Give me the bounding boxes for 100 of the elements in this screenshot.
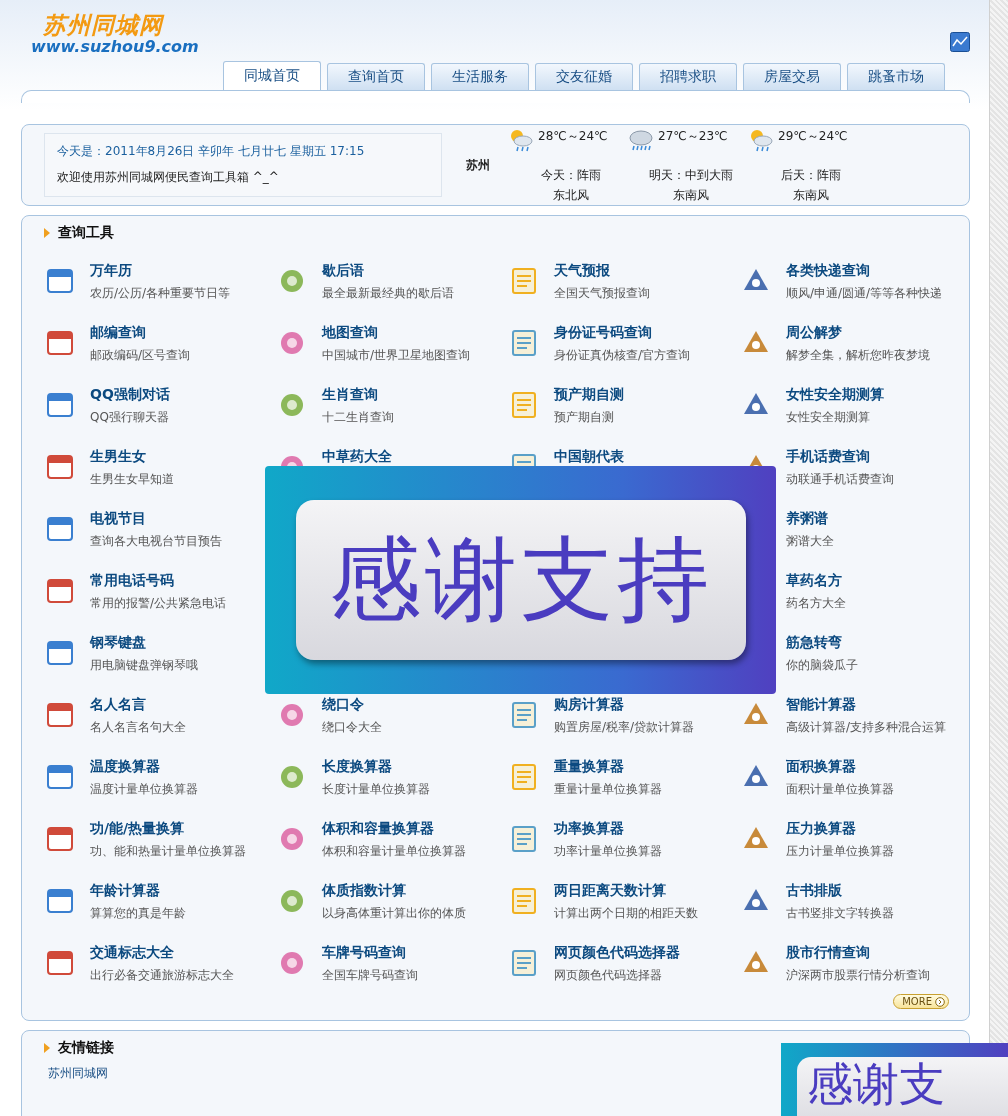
- tool-link[interactable]: 生肖查询: [322, 386, 394, 404]
- tool-description: 农历/公历/各种重要节日等: [90, 285, 231, 302]
- tool-link[interactable]: 温度换算器: [90, 758, 198, 776]
- banner-text: 感谢支持: [328, 534, 713, 626]
- tool-description: 以身高体重计算出你的体质: [322, 905, 466, 922]
- tool-description: 女性安全期测算: [786, 409, 871, 426]
- friend-link[interactable]: 苏州同城网: [48, 1065, 108, 1082]
- site-url[interactable]: www.suzhou9.com: [31, 38, 199, 56]
- forecast-text: 明天：中到大雨: [648, 166, 734, 184]
- wind-text: 东北风: [552, 186, 590, 204]
- tool-link[interactable]: 购房计算器: [554, 696, 695, 714]
- tool-link[interactable]: 面积换算器: [786, 758, 894, 776]
- tool-description: QQ强行聊天器: [90, 409, 170, 426]
- tool-link[interactable]: 网页颜色代码选择器: [554, 944, 680, 962]
- tool-description: 用电脑键盘弹钢琴哦: [90, 657, 198, 674]
- tool-link[interactable]: 周公解梦: [786, 324, 930, 342]
- tool-link[interactable]: 钢琴键盘: [90, 634, 198, 652]
- tool-link[interactable]: 养粥谱: [786, 510, 834, 528]
- temperature-text: 28℃～24℃: [538, 128, 609, 145]
- tool-link[interactable]: 筋急转弯: [786, 634, 858, 652]
- tool-description: 计算出两个日期的相距天数: [554, 905, 698, 922]
- arrow-icon: [935, 996, 945, 1007]
- ad-dialog[interactable]: 感谢支持: [265, 466, 776, 694]
- tool-description: 沪深两市股票行情分析查询: [786, 967, 930, 984]
- temperature-text: 27℃～23℃: [658, 128, 729, 145]
- tool-description: 长度计量单位换算器: [322, 781, 430, 798]
- tool-link[interactable]: 重量换算器: [554, 758, 662, 776]
- tool-link[interactable]: 手机话费查询: [786, 448, 894, 466]
- nav-tab[interactable]: 查询首页: [327, 63, 425, 90]
- tool-link[interactable]: 两日距离天数计算: [554, 882, 698, 900]
- tool-link[interactable]: 名人名言: [90, 696, 186, 714]
- tool-description: 算算您的真是年龄: [90, 905, 186, 922]
- tool-link[interactable]: 体质指数计算: [322, 882, 466, 900]
- forecast-text: 今天：阵雨: [540, 166, 602, 184]
- tool-link[interactable]: 预产期自测: [554, 386, 624, 404]
- tool-link[interactable]: 长度换算器: [322, 758, 430, 776]
- banner-text: 感谢支: [807, 1057, 945, 1111]
- tool-link[interactable]: 绕口令: [322, 696, 382, 714]
- tool-link[interactable]: 压力换算器: [786, 820, 894, 838]
- tool-description: 生男生女早知道: [90, 471, 174, 488]
- tool-description: 绕口令大全: [322, 719, 382, 736]
- city-label: 苏州: [466, 156, 490, 174]
- nav-tab[interactable]: 房屋交易: [743, 63, 841, 90]
- tool-description: 预产期自测: [554, 409, 615, 426]
- tool-link[interactable]: 功/能/热量换算: [90, 820, 246, 838]
- forecast-text: 后天：阵雨: [780, 166, 842, 184]
- line-chart-icon[interactable]: [950, 32, 970, 52]
- tool-description: 出行必备交通旅游标志大全: [90, 967, 234, 984]
- tool-description: 最全最新最经典的歇后语: [322, 285, 454, 302]
- date-text: 今天是：2011年8月26日 辛卯年 七月廿七 星期五 17:15: [57, 143, 366, 160]
- tool-link[interactable]: 功率换算器: [554, 820, 662, 838]
- tool-link[interactable]: 邮编查询: [90, 324, 191, 342]
- tool-link[interactable]: 女性安全期测算: [786, 386, 884, 404]
- tool-link[interactable]: 草药名方: [786, 572, 846, 590]
- nav-tab[interactable]: 交友征婚: [535, 63, 633, 90]
- tool-description: 中国城市/世界卫星地图查询: [322, 347, 471, 364]
- tool-link[interactable]: 地图查询: [322, 324, 471, 342]
- tool-link[interactable]: 电视节目: [90, 510, 222, 528]
- tool-description: 古书竖排文字转换器: [786, 905, 894, 922]
- tool-link[interactable]: 身份证号码查询: [554, 324, 691, 342]
- tool-description: 邮政编码/区号查询: [90, 347, 191, 364]
- nav-tab[interactable]: 生活服务: [431, 63, 529, 90]
- nav-tab[interactable]: 同城首页: [223, 61, 321, 90]
- tool-description: 面积计量单位换算器: [786, 781, 894, 798]
- more-button[interactable]: MORE: [893, 994, 949, 1009]
- tool-description: 功、能和热量计量单位换算器: [90, 843, 246, 860]
- tool-description: 动联通手机话费查询: [786, 471, 894, 488]
- tool-link[interactable]: 年龄计算器: [90, 882, 186, 900]
- tool-description: 购置房屋/税率/贷款计算器: [554, 719, 695, 736]
- tool-link[interactable]: QQ强制对话: [90, 386, 170, 404]
- tool-description: 常用的报警/公共紧急电话: [90, 595, 227, 612]
- tool-description: 网页颜色代码选择器: [554, 967, 663, 984]
- tool-link[interactable]: 万年历: [90, 262, 231, 280]
- tool-link[interactable]: 歇后语: [322, 262, 454, 280]
- tool-description: 粥谱大全: [786, 533, 834, 550]
- tool-description: 功率计量单位换算器: [554, 843, 662, 860]
- tool-description: 十二生肖查询: [322, 409, 394, 426]
- tool-link[interactable]: 常用电话号码: [90, 572, 227, 590]
- tool-description: 身份证真伪核查/官方查询: [554, 347, 691, 364]
- tool-description: 温度计量单位换算器: [90, 781, 198, 798]
- tool-description: 查询各大电视台节目预告: [90, 533, 222, 550]
- nav-tab[interactable]: 招聘求职: [639, 63, 737, 90]
- tool-link[interactable]: 生男生女: [90, 448, 174, 466]
- tool-link[interactable]: 交通标志大全: [90, 944, 234, 962]
- tool-description: 顺风/申通/圆通/等等各种快递: [786, 285, 943, 302]
- tool-link[interactable]: 智能计算器: [786, 696, 947, 714]
- tool-link[interactable]: 天气预报: [554, 262, 650, 280]
- nav-tab[interactable]: 跳蚤市场: [847, 63, 945, 90]
- welcome-text: 欢迎使用苏州同城网便民查询工具箱 ^_^: [57, 169, 280, 186]
- tool-link[interactable]: 中草药大全: [322, 448, 392, 466]
- tool-link[interactable]: 各类快递查询: [786, 262, 943, 280]
- wind-text: 东南风: [672, 186, 710, 204]
- tool-link[interactable]: 体积和容量换算器: [322, 820, 466, 838]
- tool-link[interactable]: 中国朝代表: [554, 448, 624, 466]
- tool-link[interactable]: 古书排版: [786, 882, 894, 900]
- tool-link[interactable]: 车牌号码查询: [322, 944, 418, 962]
- ad-dialog[interactable]: 感谢支: [781, 1043, 1008, 1116]
- tool-description: 药名方大全: [786, 595, 846, 612]
- tool-description: 名人名言名句大全: [90, 719, 186, 736]
- tool-link[interactable]: 股市行情查询: [786, 944, 930, 962]
